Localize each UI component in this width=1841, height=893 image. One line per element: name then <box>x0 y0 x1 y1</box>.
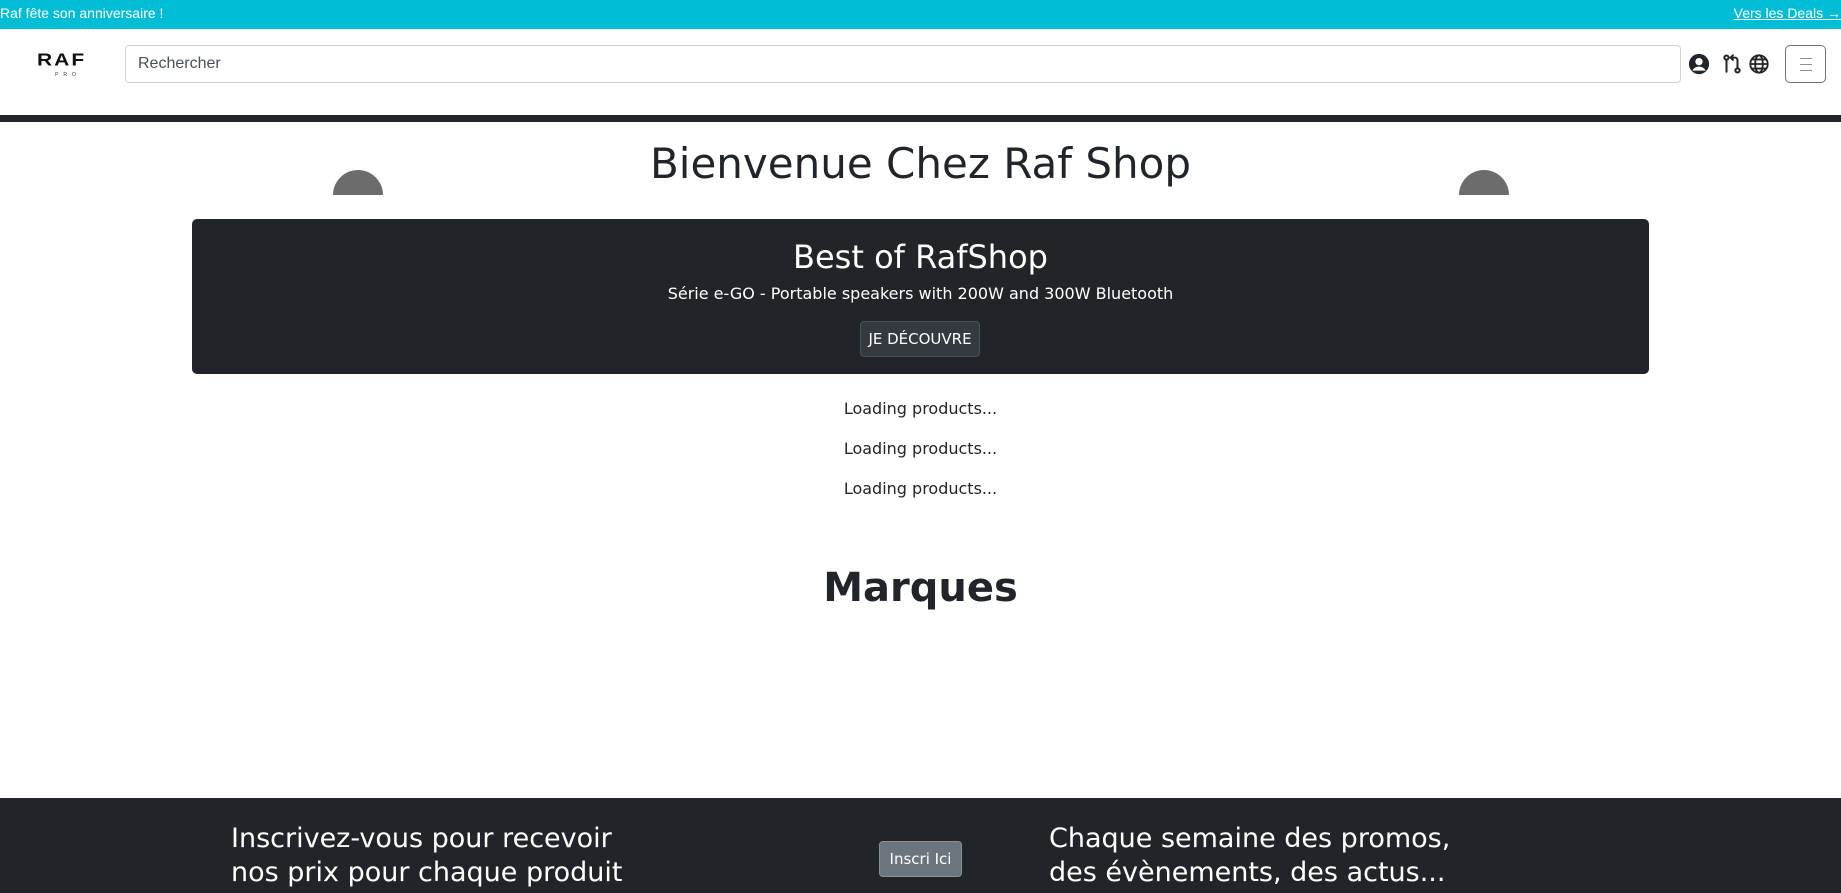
site-header: RAF PRO <box>0 29 1841 115</box>
promo-text: Raf fête son anniversaire ! <box>0 5 164 21</box>
hamburger-menu-button[interactable] <box>1785 45 1826 83</box>
logo-sub-text: PRO <box>55 72 81 78</box>
logo-main-text: RAF <box>37 50 87 70</box>
newsletter-right-text: Chaque semaine des promos, des évènement… <box>1049 823 1451 888</box>
hero-title: Best of RafShop <box>793 238 1048 276</box>
promo-bar: Raf fête son anniversaire ! Vers les Dea… <box>0 0 1841 29</box>
newsletter-footer: Inscrivez-vous pour recevoir nos prix po… <box>0 798 1841 893</box>
brands-title: Marques <box>823 565 1018 611</box>
header-divider <box>0 115 1841 122</box>
user-circle-icon[interactable] <box>1688 53 1710 75</box>
hero-banner: Best of RafShop Série e-GO - Portable sp… <box>192 219 1649 374</box>
loading-message: Loading products... <box>843 439 998 458</box>
loading-message: Loading products... <box>843 399 998 418</box>
search-input[interactable] <box>125 45 1681 83</box>
hero-subtitle: Série e-GO - Portable speakers with 200W… <box>667 284 1174 303</box>
carousel-next-button[interactable] <box>1459 170 1509 195</box>
page-title: Bienvenue Chez Raf Shop <box>649 139 1192 188</box>
hamburger-menu-icon <box>1800 58 1812 71</box>
globe-icon[interactable] <box>1748 53 1770 75</box>
carousel-next-icon <box>1459 170 1509 195</box>
raf-logo[interactable]: RAF PRO <box>37 51 103 85</box>
carousel-prev-icon <box>333 170 383 195</box>
carousel-prev-button[interactable] <box>333 170 383 195</box>
newsletter-left-text: Inscrivez-vous pour recevoir nos prix po… <box>231 823 623 888</box>
compare-arrows-icon[interactable] <box>1721 53 1743 75</box>
loading-message: Loading products... <box>843 479 998 498</box>
deals-link[interactable]: Vers les Deals → <box>1734 0 1841 27</box>
signup-button[interactable]: Inscri Ici <box>879 841 962 877</box>
discover-button[interactable]: JE DÉCOUVRE <box>860 321 980 357</box>
